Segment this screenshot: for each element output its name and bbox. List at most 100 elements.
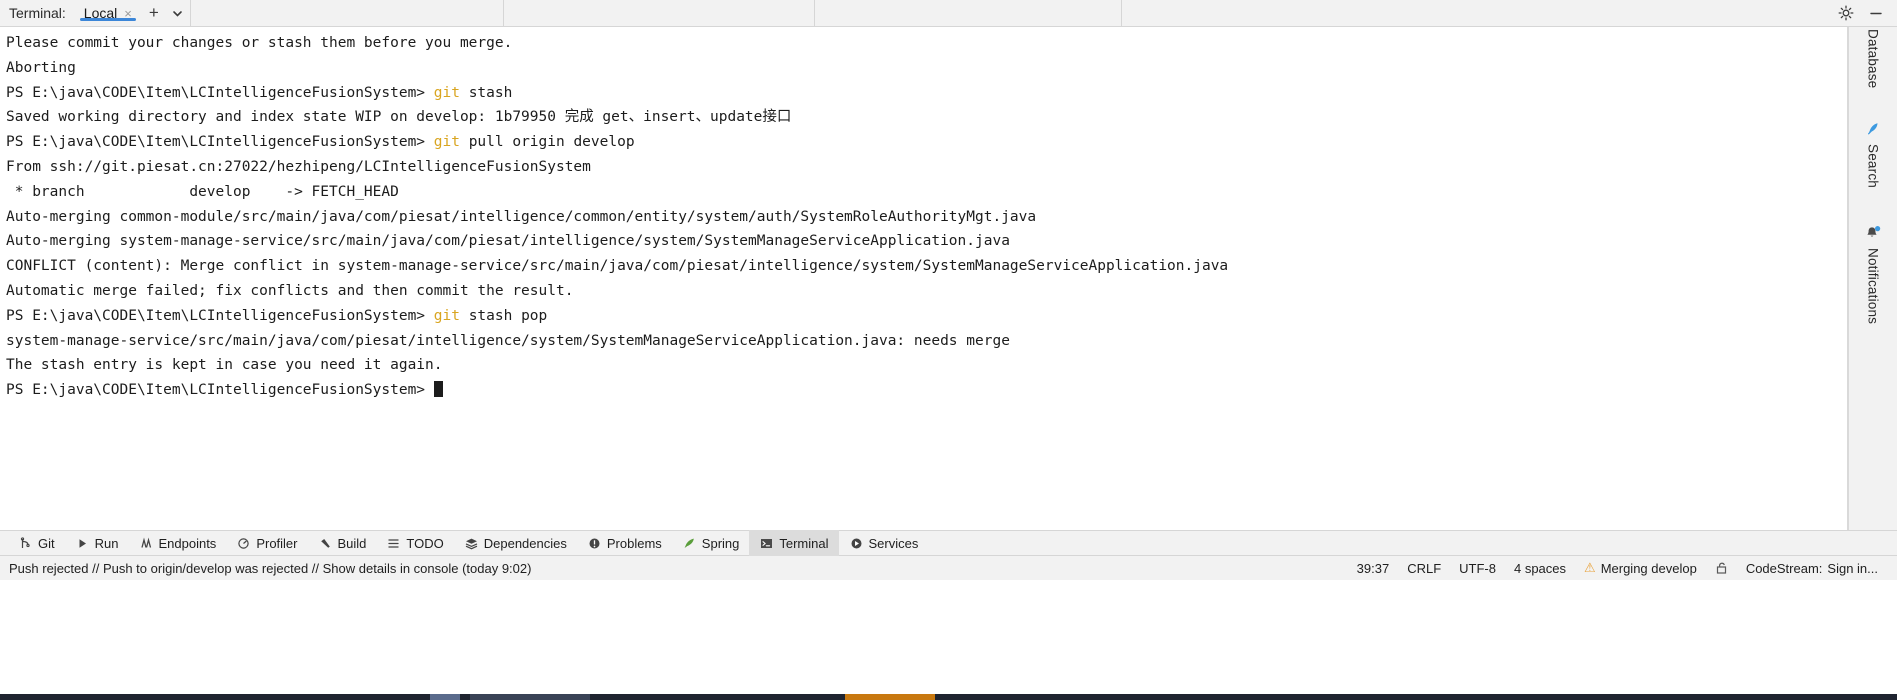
terminal-line-text: Aborting — [6, 59, 76, 76]
terminal-prompt: PS E:\java\CODE\Item\LCIntelligenceFusio… — [6, 84, 434, 101]
line-separator[interactable]: CRLF — [1398, 561, 1450, 576]
tool-window-label: Git — [38, 535, 55, 551]
tool-window-button-profiler[interactable]: Profiler — [226, 530, 307, 556]
terminal-line-text: CONFLICT (content): Merge conflict in sy… — [6, 258, 1229, 275]
terminal-line: The stash entry is kept in case you need… — [6, 353, 1847, 378]
tabbar-actions — [1831, 0, 1897, 26]
terminal-prompt: PS E:\java\CODE\Item\LCIntelligenceFusio… — [6, 134, 434, 151]
tool-window-button-git[interactable]: Git — [8, 530, 65, 556]
codestream-signin-link[interactable]: Sign in... — [1827, 561, 1878, 576]
terminal-line: PS E:\java\CODE\Item\LCIntelligenceFusio… — [6, 378, 1847, 403]
git-branch-widget[interactable]: ⚠ Merging develop — [1575, 560, 1706, 576]
terminal-command-args: stash — [459, 84, 513, 101]
tool-window-label: Spring — [701, 535, 740, 551]
right-tool-strip: Database Search Notifications — [1848, 27, 1897, 530]
tool-window-button-services[interactable]: Services — [839, 530, 929, 556]
minimize-icon[interactable] — [1861, 0, 1891, 26]
list-icon — [386, 536, 401, 551]
caret-position[interactable]: 39:37 — [1348, 561, 1399, 576]
terminal-tab-label: Local — [83, 5, 118, 21]
right-tool-notifications-label: Notifications — [1865, 248, 1881, 325]
terminal-tab-local[interactable]: Local × — [74, 5, 142, 21]
terminal-line: Auto-merging system-manage-service/src/m… — [6, 229, 1847, 254]
terminal-icon — [759, 536, 774, 551]
status-bar-right: 39:37 CRLF UTF-8 4 spaces ⚠ Merging deve… — [1348, 560, 1897, 576]
codestream-widget[interactable]: CodeStream: Sign in... — [1737, 561, 1887, 576]
tool-window-button-dependencies[interactable]: Dependencies — [454, 530, 577, 556]
terminal-line: Aborting — [6, 56, 1847, 81]
gear-icon[interactable] — [1831, 0, 1861, 26]
file-encoding[interactable]: UTF-8 — [1450, 561, 1505, 576]
terminal-command-args: pull origin develop — [459, 134, 635, 151]
problems-icon — [587, 536, 602, 551]
indent-setting[interactable]: 4 spaces — [1505, 561, 1575, 576]
tool-window-label: Dependencies — [483, 535, 567, 551]
right-tool-search-label: Search — [1865, 144, 1881, 189]
chevron-down-glyph — [173, 10, 183, 17]
right-tool-database-label: Database — [1865, 29, 1881, 89]
terminal-command-keyword: git — [433, 307, 460, 324]
tabbar-divider-3 — [815, 0, 1122, 26]
tool-window-label: Terminal — [779, 535, 829, 551]
terminal-line: Auto-merging common-module/src/main/java… — [6, 205, 1847, 230]
new-terminal-button[interactable]: + — [142, 3, 166, 23]
terminal-tab-bar: Terminal: Local × + — [0, 0, 1897, 27]
terminal-tab-group: Terminal: Local × + — [0, 0, 191, 26]
terminal-cursor — [433, 381, 443, 398]
unlock-icon[interactable] — [1706, 561, 1737, 575]
play-icon — [75, 536, 90, 551]
tool-window-label: Profiler — [256, 535, 298, 551]
taskbar-item-3 — [845, 694, 935, 700]
hammer-icon — [318, 536, 333, 551]
terminal-line: Please commit your changes or stash them… — [6, 31, 1847, 56]
terminal-prompt: PS E:\java\CODE\Item\LCIntelligenceFusio… — [6, 307, 434, 324]
search-feather-glyph — [1868, 123, 1878, 135]
terminal-line-text: system-manage-service/src/main/java/com/… — [6, 332, 1010, 349]
tool-window-label: Endpoints — [158, 535, 217, 551]
terminal-prompt: PS E:\java\CODE\Item\LCIntelligenceFusio… — [6, 382, 434, 399]
status-bar: Push rejected // Push to origin/develop … — [0, 556, 1897, 580]
tool-window-button-endpoints[interactable]: Endpoints — [128, 530, 226, 556]
tabbar-divider-2 — [504, 0, 815, 26]
taskbar-item-1 — [430, 694, 460, 700]
tool-window-button-spring[interactable]: Spring — [672, 530, 750, 556]
close-icon[interactable]: × — [124, 7, 132, 20]
tool-window-bar: Git Run Endpoints Profiler Build TODO Dependen… — [0, 530, 1897, 556]
terminal-line: PS E:\java\CODE\Item\LCIntelligenceFusio… — [6, 130, 1847, 155]
search-feather-icon — [1864, 120, 1882, 138]
terminal-line: Automatic merge failed; fix conflicts an… — [6, 279, 1847, 304]
right-tool-database[interactable]: Database — [1866, 27, 1881, 98]
bell-glyph — [1867, 226, 1881, 237]
tool-window-label: Build — [337, 535, 367, 551]
right-tool-search[interactable]: Search — [1864, 112, 1882, 198]
tool-window-label: TODO — [406, 535, 444, 551]
terminal-output[interactable]: Please commit your changes or stash them… — [0, 27, 1848, 530]
terminal-line: PS E:\java\CODE\Item\LCIntelligenceFusio… — [6, 304, 1847, 329]
profiler-icon — [236, 536, 251, 551]
tool-window-button-todo[interactable]: TODO — [376, 530, 453, 556]
terminal-line-text: Please commit your changes or stash them… — [6, 35, 513, 51]
chevron-down-icon[interactable] — [166, 7, 190, 20]
terminal-line-text: Automatic merge failed; fix conflicts an… — [6, 282, 574, 299]
terminal-line: * branch develop -> FETCH_HEAD — [6, 180, 1847, 205]
tool-window-button-problems[interactable]: Problems — [577, 530, 672, 556]
terminal-line-text: Saved working directory and index state … — [6, 109, 792, 126]
tool-window-label: Problems — [606, 535, 662, 551]
right-tool-notifications[interactable]: Notifications — [1864, 216, 1882, 334]
tool-window-button-terminal[interactable]: Terminal — [749, 530, 839, 556]
terminal-label: Terminal: — [9, 5, 66, 21]
status-message[interactable]: Push rejected // Push to origin/develop … — [9, 561, 531, 576]
terminal-line-text: Auto-merging common-module/src/main/java… — [6, 208, 1037, 225]
codestream-label: CodeStream: — [1745, 560, 1823, 576]
tool-window-button-build[interactable]: Build — [308, 530, 377, 556]
taskbar-item-2 — [470, 694, 590, 700]
tool-window-button-run[interactable]: Run — [65, 530, 129, 556]
ide-window: Terminal: Local × + Please commit your c… — [0, 0, 1897, 700]
bell-icon — [1864, 224, 1882, 242]
terminal-line: Saved working directory and index state … — [6, 105, 1847, 130]
services-icon — [849, 536, 864, 551]
spring-leaf-icon — [682, 536, 697, 551]
below-status-filler — [0, 580, 1897, 700]
warning-triangle-icon: ⚠ — [1584, 560, 1596, 575]
unlock-glyph — [1716, 562, 1726, 574]
